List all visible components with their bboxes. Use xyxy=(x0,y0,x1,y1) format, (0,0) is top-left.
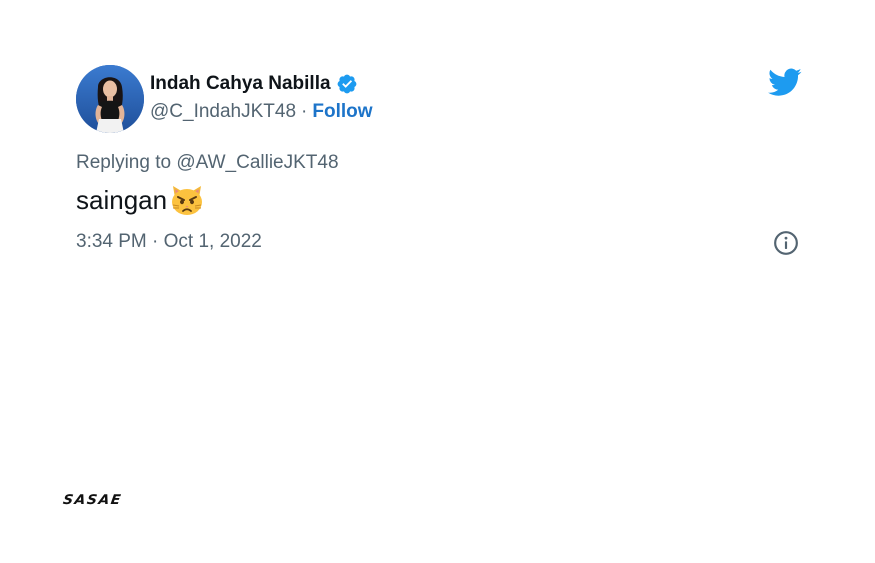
author-handle-row: @C_IndahJKT48 · Follow xyxy=(150,101,373,123)
author-handle[interactable]: @C_IndahJKT48 xyxy=(150,101,296,122)
embedded-tweet-card: Indah Cahya Nabilla @C_IndahJKT48 · Follow… xyxy=(0,0,875,563)
replying-to: Replying to @AW_CallieJKT48 xyxy=(76,152,339,174)
sasae-brand-logo: SASAE xyxy=(61,492,124,508)
author-name[interactable]: Indah Cahya Nabilla xyxy=(150,73,358,95)
verified-badge-icon xyxy=(336,73,358,95)
avatar-image xyxy=(76,65,144,133)
replying-handle-link[interactable]: @AW_CallieJKT48 xyxy=(176,152,338,173)
replying-prefix: Replying to xyxy=(76,152,172,173)
handle-separator: · xyxy=(301,101,308,122)
author-avatar[interactable] xyxy=(76,65,144,133)
tweet-body: saingan xyxy=(76,182,205,218)
tweet-text: saingan xyxy=(76,184,168,215)
pouting-cat-emoji-icon xyxy=(169,182,205,218)
tweet-timestamp[interactable]: 3:34 PM · Oct 1, 2022 xyxy=(76,231,262,253)
author-name-text[interactable]: Indah Cahya Nabilla xyxy=(150,73,331,95)
info-icon[interactable] xyxy=(773,230,799,256)
twitter-bird-icon[interactable] xyxy=(768,68,802,98)
follow-link[interactable]: Follow xyxy=(312,101,372,122)
